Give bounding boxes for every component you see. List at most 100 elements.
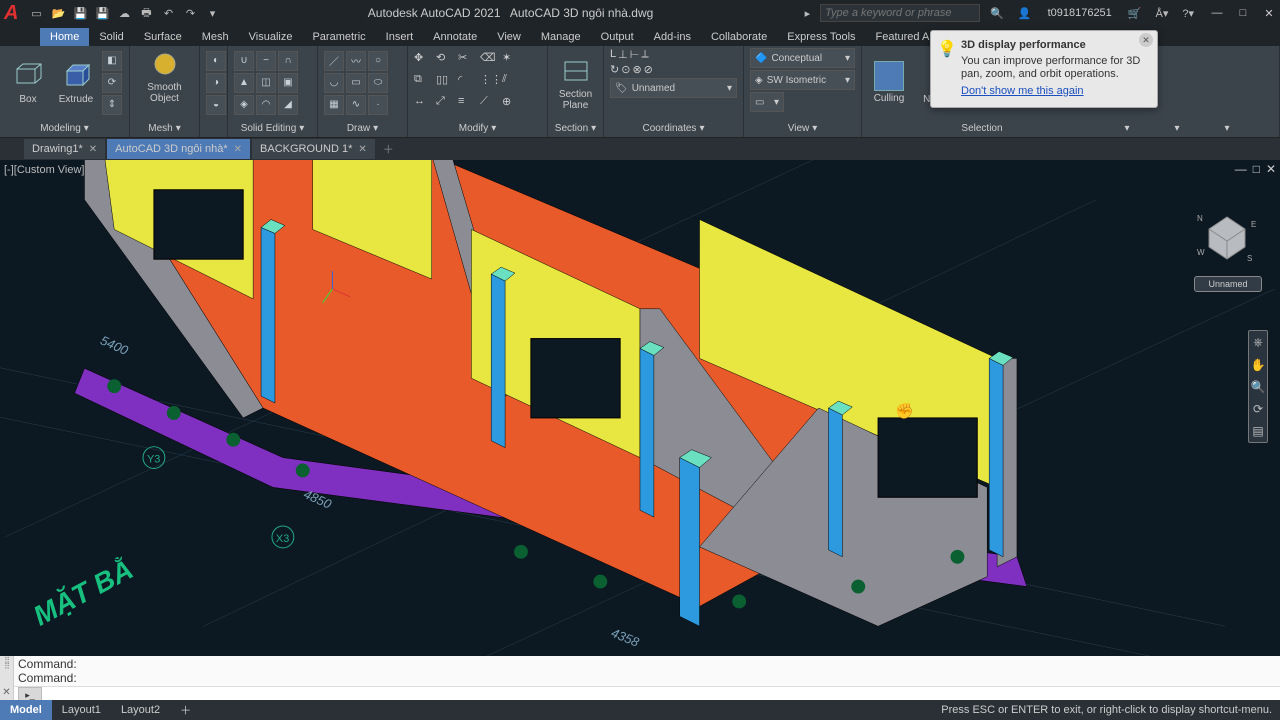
imprint-button[interactable]: ◈ (234, 95, 254, 115)
point-button[interactable]: · (368, 95, 388, 115)
doc-tab-2[interactable]: BACKGROUND 1*✕ (252, 139, 375, 159)
panel-title-modify[interactable]: Modify ▾ (408, 119, 547, 137)
qat-saveas-icon[interactable]: 💾 (94, 5, 110, 21)
close-icon[interactable]: ✕ (234, 144, 242, 155)
qat-redo-icon[interactable]: ↷ (182, 5, 198, 21)
revolve-button[interactable]: ⟳ (102, 73, 122, 93)
viewcube[interactable]: NE WS (1192, 200, 1262, 270)
ribbon-tab-annotate[interactable]: Annotate (423, 28, 487, 46)
ucs-6[interactable]: ⊙ (621, 63, 630, 76)
cart-icon[interactable]: 🛒 (1128, 7, 1142, 20)
smooth-object-button[interactable]: Smooth Object (143, 48, 187, 104)
command-drag-handle[interactable]: ⠿⠿✕ (0, 656, 14, 700)
maximize-button[interactable]: □ (1236, 6, 1250, 20)
ribbon-tab-output[interactable]: Output (591, 28, 644, 46)
ellipse-button[interactable]: ⬭ (368, 73, 388, 93)
ribbon-tab-surface[interactable]: Surface (134, 28, 192, 46)
panel-title-mesh[interactable]: Mesh ▾ (130, 119, 199, 137)
search-icon[interactable]: 🔍 (990, 7, 1004, 20)
explode-button[interactable]: ✶ (502, 51, 522, 71)
panel-title-modeling[interactable]: Modeling ▾ (0, 119, 129, 137)
ribbon-tab-parametric[interactable]: Parametric (302, 28, 375, 46)
move-button[interactable]: ✥ (414, 51, 434, 71)
qat-web-icon[interactable]: ☁ (116, 5, 132, 21)
named-ucs-dropdown[interactable]: 🏷 Unnamed▾ (610, 78, 737, 98)
mesh-tool-1[interactable]: ◐ (206, 51, 226, 71)
extrude-face-button[interactable]: ▲ (234, 73, 254, 93)
polysolid-button[interactable]: ◧ (102, 51, 122, 71)
close-icon[interactable]: ✕ (89, 144, 97, 155)
union-button[interactable]: ∪ (234, 51, 254, 71)
line-button[interactable]: ／ (324, 51, 344, 71)
notification-close-button[interactable]: ✕ (1139, 33, 1153, 47)
ribbon-tab-collaborate[interactable]: Collaborate (701, 28, 777, 46)
rotate-button[interactable]: ⟲ (436, 51, 456, 71)
qat-save-icon[interactable]: 💾 (72, 5, 88, 21)
qat-dropdown-icon[interactable]: ▾ (204, 5, 220, 21)
orbit-icon[interactable]: ⟳ (1253, 402, 1263, 416)
subtract-button[interactable]: − (256, 51, 276, 71)
panel-title-coordinates[interactable]: Coordinates ▾ (604, 119, 743, 137)
align-button[interactable]: ≡ (458, 95, 478, 115)
status-tab-add[interactable]: ＋ (170, 700, 201, 720)
viewport[interactable]: [-][Custom View][Conceptual] — □ ✕ (0, 160, 1280, 656)
trim-button[interactable]: ✂ (458, 51, 478, 71)
doc-tab-0[interactable]: Drawing1*✕ (24, 139, 105, 159)
section-plane-button[interactable]: Section Plane (554, 55, 597, 111)
mesh-tool-2[interactable]: ◑ (206, 73, 226, 93)
viewcube-label[interactable]: Unnamed (1194, 276, 1262, 292)
panel-title-solidediting[interactable]: Solid Editing ▾ (228, 119, 317, 137)
panel-title-draw[interactable]: Draw ▾ (318, 119, 407, 137)
ucs-4[interactable]: ⟂ (641, 48, 648, 61)
panel-title-section[interactable]: Section ▾ (548, 119, 603, 137)
spline-button[interactable]: ∿ (346, 95, 366, 115)
app-switcher-icon[interactable]: Å▾ (1156, 7, 1169, 20)
fullnav-icon[interactable]: ⎈ (1253, 335, 1263, 350)
qat-plot-icon[interactable]: 🖶 (138, 5, 154, 21)
help-icon[interactable]: ?▾ (1182, 7, 1194, 20)
qat-undo-icon[interactable]: ↶ (160, 5, 176, 21)
stretch-button[interactable]: ↔ (414, 95, 434, 115)
showmotion-icon[interactable]: ▤ (1252, 424, 1263, 438)
hatch-button[interactable]: ▦ (324, 95, 344, 115)
intersect-button[interactable]: ∩ (278, 51, 298, 71)
extrude-button[interactable]: Extrude (54, 60, 98, 105)
panel-title-view[interactable]: View ▾ (744, 119, 861, 137)
ucs-8[interactable]: ⊘ (644, 63, 653, 76)
circle-button[interactable]: ○ (368, 51, 388, 71)
ribbon-tab-solid[interactable]: Solid (89, 28, 133, 46)
visual-style-dropdown[interactable]: 🔷 Conceptual▾ (750, 48, 855, 68)
culling-button[interactable]: Culling (868, 61, 910, 104)
join-button[interactable]: ⊕ (502, 95, 522, 115)
presspull-button[interactable]: ⇕ (102, 95, 122, 115)
rectangle-button[interactable]: ▭ (346, 73, 366, 93)
ribbon-tab-view[interactable]: View (487, 28, 531, 46)
minimize-button[interactable]: — (1210, 6, 1224, 20)
fillet-button[interactable]: ◜ (458, 73, 478, 93)
doc-tab-1[interactable]: AutoCAD 3D ngôi nhà*✕ (107, 139, 250, 159)
ucs-1[interactable]: L (610, 48, 616, 61)
mesh-tool-3[interactable]: ◒ (206, 95, 226, 115)
doc-tab-add[interactable]: ＋ (377, 139, 400, 159)
box-button[interactable]: Box (6, 60, 50, 105)
qat-open-icon[interactable]: 📂 (50, 5, 66, 21)
slice-button[interactable]: ◫ (256, 73, 276, 93)
ucs-2[interactable]: ⊥ (618, 48, 628, 61)
view-extra-dropdown[interactable]: ▭▾ (750, 92, 784, 112)
close-icon[interactable]: ✕ (358, 144, 366, 155)
ucs-3[interactable]: ⊢ (630, 48, 640, 61)
copy-button[interactable]: ⧉ (414, 73, 434, 93)
command-close-icon[interactable]: ✕ (2, 687, 10, 698)
ucs-5[interactable]: ↻ (610, 63, 619, 76)
mirror-button[interactable]: ▯▯ (436, 73, 456, 93)
status-tab-model[interactable]: Model (0, 700, 52, 720)
break-button[interactable]: ⟋ (480, 95, 500, 115)
status-tab-layout2[interactable]: Layout2 (111, 700, 170, 720)
ribbon-tab-mesh[interactable]: Mesh (192, 28, 239, 46)
status-tab-layout1[interactable]: Layout1 (52, 700, 111, 720)
view-preset-dropdown[interactable]: ◈ SW Isometric▾ (750, 70, 855, 90)
ribbon-tab-home[interactable]: Home (40, 28, 89, 46)
arc-button[interactable]: ◡ (324, 73, 344, 93)
shell-button[interactable]: ▣ (278, 73, 298, 93)
qat-new-icon[interactable]: ▭ (28, 5, 44, 21)
